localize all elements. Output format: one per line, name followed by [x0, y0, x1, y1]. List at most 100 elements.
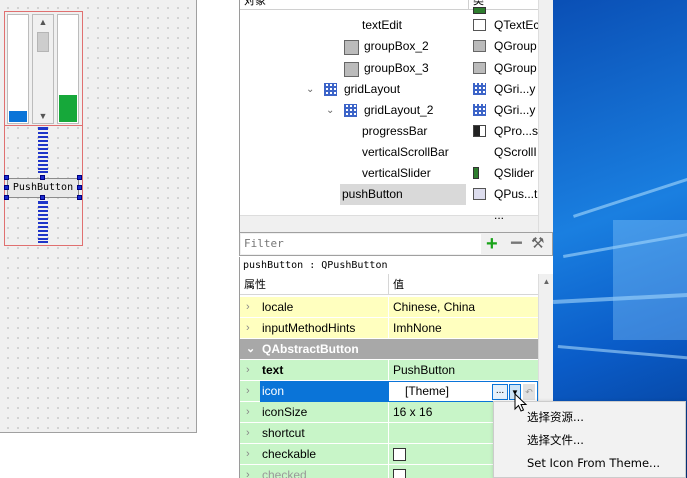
- spacer-cap: [38, 171, 48, 173]
- scroll-up-arrow-icon[interactable]: ▲: [539, 274, 553, 290]
- scrollbar-icon: [473, 7, 486, 14]
- selection-handle[interactable]: [40, 175, 45, 180]
- property-value[interactable]: 16 x 16: [393, 402, 432, 423]
- property-value[interactable]: Chinese, China: [393, 297, 475, 318]
- tree-row-name: groupBox_3: [364, 61, 429, 75]
- configure-wrench-icon[interactable]: ⚒: [531, 234, 544, 254]
- property-value[interactable]: ImhNone: [393, 318, 442, 339]
- groupbox-broken-icon: [344, 62, 359, 77]
- selected-object-label: pushButton : QPushButton: [239, 257, 553, 274]
- spacer-cap: [38, 241, 48, 243]
- tree-row-name: progressBar: [362, 124, 428, 138]
- grid-layout-icon: [473, 104, 486, 116]
- tree-row-name: verticalScrollBar: [362, 145, 449, 159]
- textedit-icon: [473, 19, 486, 31]
- groupbox-broken-icon: [473, 40, 486, 52]
- column-divider: [468, 0, 469, 10]
- grid-layout-icon: [344, 104, 357, 117]
- tree-row-name: gridLayout_2: [364, 103, 434, 117]
- value-column-header[interactable]: 值: [393, 274, 404, 295]
- column-divider: [388, 297, 389, 318]
- progress-bar-widget[interactable]: [7, 14, 29, 124]
- selection-handle[interactable]: [77, 175, 82, 180]
- scroll-up-arrow-icon[interactable]: ▲: [33, 15, 53, 29]
- tree-row-pushbutton[interactable]: pushButton: [340, 184, 466, 205]
- wallpaper-window-pane: [613, 220, 687, 340]
- grid-layout-icon: [324, 83, 337, 96]
- tree-row-name: pushButton: [342, 187, 403, 201]
- expand-arrow-icon[interactable]: ›: [246, 444, 250, 465]
- collapse-chevron-icon[interactable]: ⌄: [246, 339, 255, 360]
- tree-row-class: QGri...y: [494, 103, 536, 117]
- vertical-spacer-bottom[interactable]: [38, 202, 48, 242]
- property-row-inputmethodhints[interactable]: › inputMethodHints ImhNone: [240, 318, 538, 339]
- property-filter-bar: + − ⚒: [239, 232, 553, 256]
- expand-arrow-icon[interactable]: ›: [246, 297, 250, 318]
- property-row-icon[interactable]: › icon [Theme]... ▼ ↶: [240, 381, 538, 402]
- add-dynamic-property-icon[interactable]: +: [486, 233, 498, 255]
- tree-row-class: QScrollI: [494, 145, 537, 159]
- property-value[interactable]: PushButton: [393, 360, 455, 381]
- property-row-qabstractbutton[interactable]: ⌄ QAbstractButton: [240, 339, 538, 360]
- tree-row-class: QGroup: [494, 61, 537, 75]
- selection-handle[interactable]: [77, 195, 82, 200]
- mouse-cursor-icon: [514, 393, 528, 412]
- property-name: inputMethodHints: [262, 321, 356, 335]
- tree-row-class: QSlider: [494, 166, 535, 180]
- set-icon-from-theme-menu-item[interactable]: Set Icon From Theme...: [494, 452, 685, 474]
- wallpaper-light-beam: [557, 345, 687, 363]
- property-checkbox[interactable]: [393, 448, 406, 461]
- tree-row-class: QGri...y: [494, 82, 536, 96]
- property-row-text[interactable]: › text PushButton: [240, 360, 538, 381]
- pushbutton-icon: [473, 188, 486, 200]
- remove-dynamic-property-icon[interactable]: −: [510, 232, 523, 254]
- expand-arrow-icon[interactable]: ›: [246, 465, 250, 478]
- property-column-header[interactable]: 属性: [244, 274, 266, 295]
- scroll-thumb[interactable]: [37, 32, 49, 52]
- column-divider: [388, 318, 389, 339]
- object-inspector-vertical-scrollbar[interactable]: [538, 0, 553, 232]
- expand-arrow-icon[interactable]: ›: [246, 318, 250, 339]
- form-canvas[interactable]: ▲ ▼ PushButton: [0, 0, 197, 433]
- groupbox-broken-icon: [344, 40, 359, 55]
- expand-arrow-icon[interactable]: ›: [246, 381, 250, 402]
- tree-row-name: verticalSlider: [362, 166, 431, 180]
- column-divider: [388, 465, 389, 478]
- selection-handle[interactable]: [4, 175, 9, 180]
- tree-row-class: QTextEc: [494, 18, 538, 32]
- selection-handle[interactable]: [77, 185, 82, 190]
- grid-layout-icon: [473, 83, 486, 95]
- expand-arrow-icon[interactable]: ›: [246, 423, 250, 444]
- scroll-down-arrow-icon[interactable]: ▼: [33, 109, 53, 123]
- vertical-scrollbar-widget[interactable]: ▲ ▼: [32, 14, 54, 124]
- wallpaper-light-beam: [573, 168, 687, 218]
- object-inspector[interactable]: 对象 类 textEdit groupBox_2 groupBox_3 ⌄ gridLa…: [239, 0, 553, 232]
- expand-chevron-icon[interactable]: ⌄: [326, 100, 334, 121]
- column-divider: [388, 423, 389, 444]
- tree-row-class: QPus...t: [494, 187, 538, 201]
- expand-arrow-icon[interactable]: ›: [246, 360, 250, 381]
- column-divider: [388, 274, 389, 295]
- expand-chevron-icon[interactable]: ⌄: [306, 79, 314, 100]
- property-editor-header: 属性 值: [240, 274, 538, 295]
- slider-fill: [59, 95, 77, 122]
- choose-file-menu-item[interactable]: 选择文件...: [494, 429, 685, 451]
- property-checkbox[interactable]: [393, 469, 406, 478]
- filter-input[interactable]: [241, 234, 481, 254]
- property-name: shortcut: [262, 426, 305, 440]
- selection-handle[interactable]: [4, 195, 9, 200]
- property-name: icon: [260, 381, 391, 402]
- property-row-locale[interactable]: › locale Chinese, China: [240, 297, 538, 318]
- vertical-slider-widget[interactable]: [57, 14, 79, 124]
- tree-row-class: ...: [494, 208, 505, 222]
- spacer-cap: [38, 201, 48, 203]
- browse-icon-button[interactable]: ...: [492, 384, 508, 400]
- property-group-name: QAbstractButton: [262, 342, 359, 356]
- selection-handle[interactable]: [4, 185, 9, 190]
- property-name: locale: [262, 300, 294, 314]
- expand-arrow-icon[interactable]: ›: [246, 402, 250, 423]
- slider-icon: [473, 167, 479, 179]
- vertical-spacer-top[interactable]: [38, 128, 48, 172]
- selection-handle[interactable]: [40, 195, 45, 200]
- object-column-header[interactable]: 对象: [244, 0, 266, 8]
